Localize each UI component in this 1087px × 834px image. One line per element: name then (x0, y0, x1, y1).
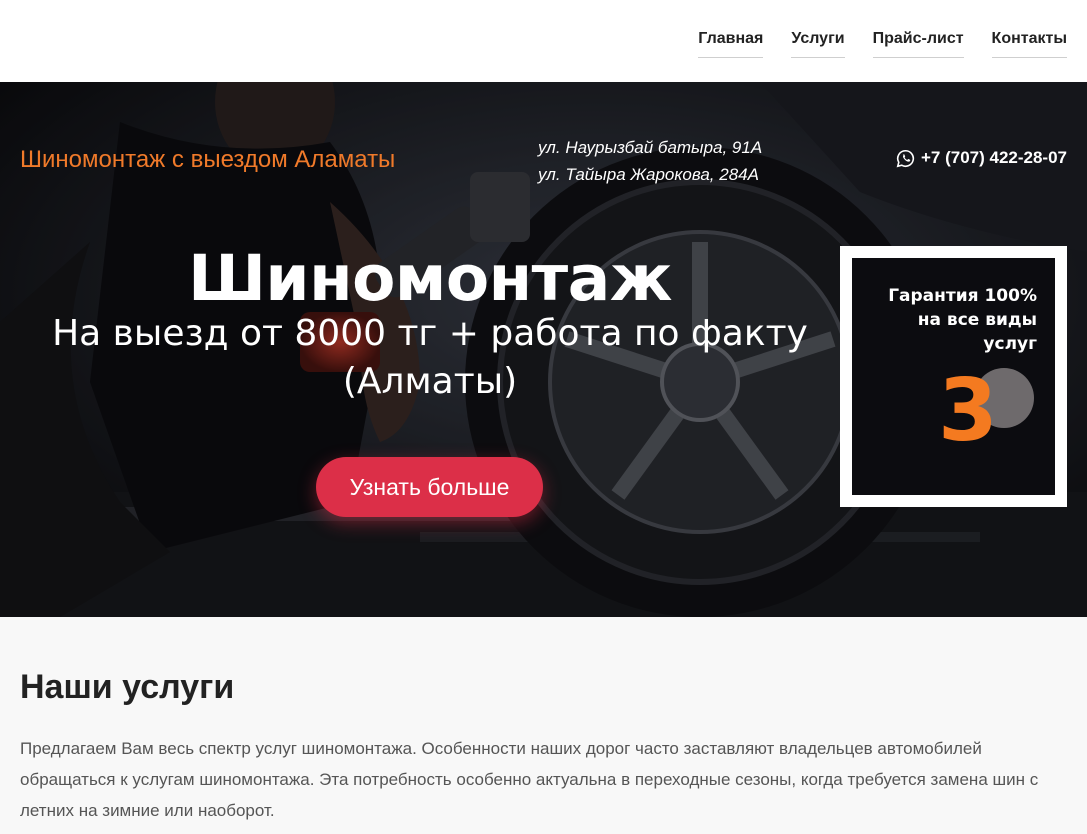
services-section: Наши услуги Предлагаем Вам весь спектр у… (20, 668, 1060, 826)
phone-number: +7 (707) 422-28-07 (920, 148, 1067, 167)
guarantee-text: Гарантия 100% на все виды услуг (857, 284, 1037, 356)
hero-subtitle: На выезд от 8000 тг + работа по факту (А… (40, 310, 820, 406)
main-nav: Главная Услуги Прайс-лист Контакты (698, 30, 1067, 58)
addresses: ул. Наурызбай батыра, 91А ул. Тайыра Жар… (538, 134, 762, 188)
address-line: ул. Тайыра Жарокова, 284А (538, 165, 759, 184)
guarantee-number: 3 (938, 361, 998, 461)
top-navigation-bar: Главная Услуги Прайс-лист Контакты (0, 0, 1087, 82)
whatsapp-icon (896, 149, 915, 168)
brand-name[interactable]: Шиномонтаж с выездом Аламаты (20, 146, 395, 174)
hero-banner: Шиномонтаж с выездом Аламаты ул. Наурызб… (0, 82, 1087, 617)
guarantee-badge: Гарантия 100% на все виды услуг 3 (840, 246, 1067, 507)
guarantee-line: Гарантия 100% (888, 286, 1037, 306)
services-heading: Наши услуги (20, 668, 235, 706)
guarantee-badge-inner: Гарантия 100% на все виды услуг 3 (852, 258, 1055, 495)
nav-link-services[interactable]: Услуги (791, 30, 845, 58)
nav-link-contacts[interactable]: Контакты (991, 30, 1067, 58)
nav-link-home[interactable]: Главная (698, 30, 764, 58)
nav-link-price-list[interactable]: Прайс-лист (872, 30, 964, 58)
hero-title: Шиномонтаж (188, 242, 672, 315)
learn-more-button[interactable]: Узнать больше (316, 457, 543, 517)
phone-contact[interactable]: +7 (707) 422-28-07 (896, 148, 1067, 168)
hero-subtitle-line: (Алматы) (342, 361, 518, 402)
services-description: Предлагаем Вам весь спектр услуг шиномон… (20, 739, 1039, 820)
guarantee-line: на все виды (917, 310, 1037, 330)
address-line: ул. Наурызбай батыра, 91А (538, 138, 763, 157)
guarantee-line: услуг (983, 334, 1037, 354)
hero-subtitle-line: На выезд от 8000 тг + работа по факту (52, 313, 808, 354)
